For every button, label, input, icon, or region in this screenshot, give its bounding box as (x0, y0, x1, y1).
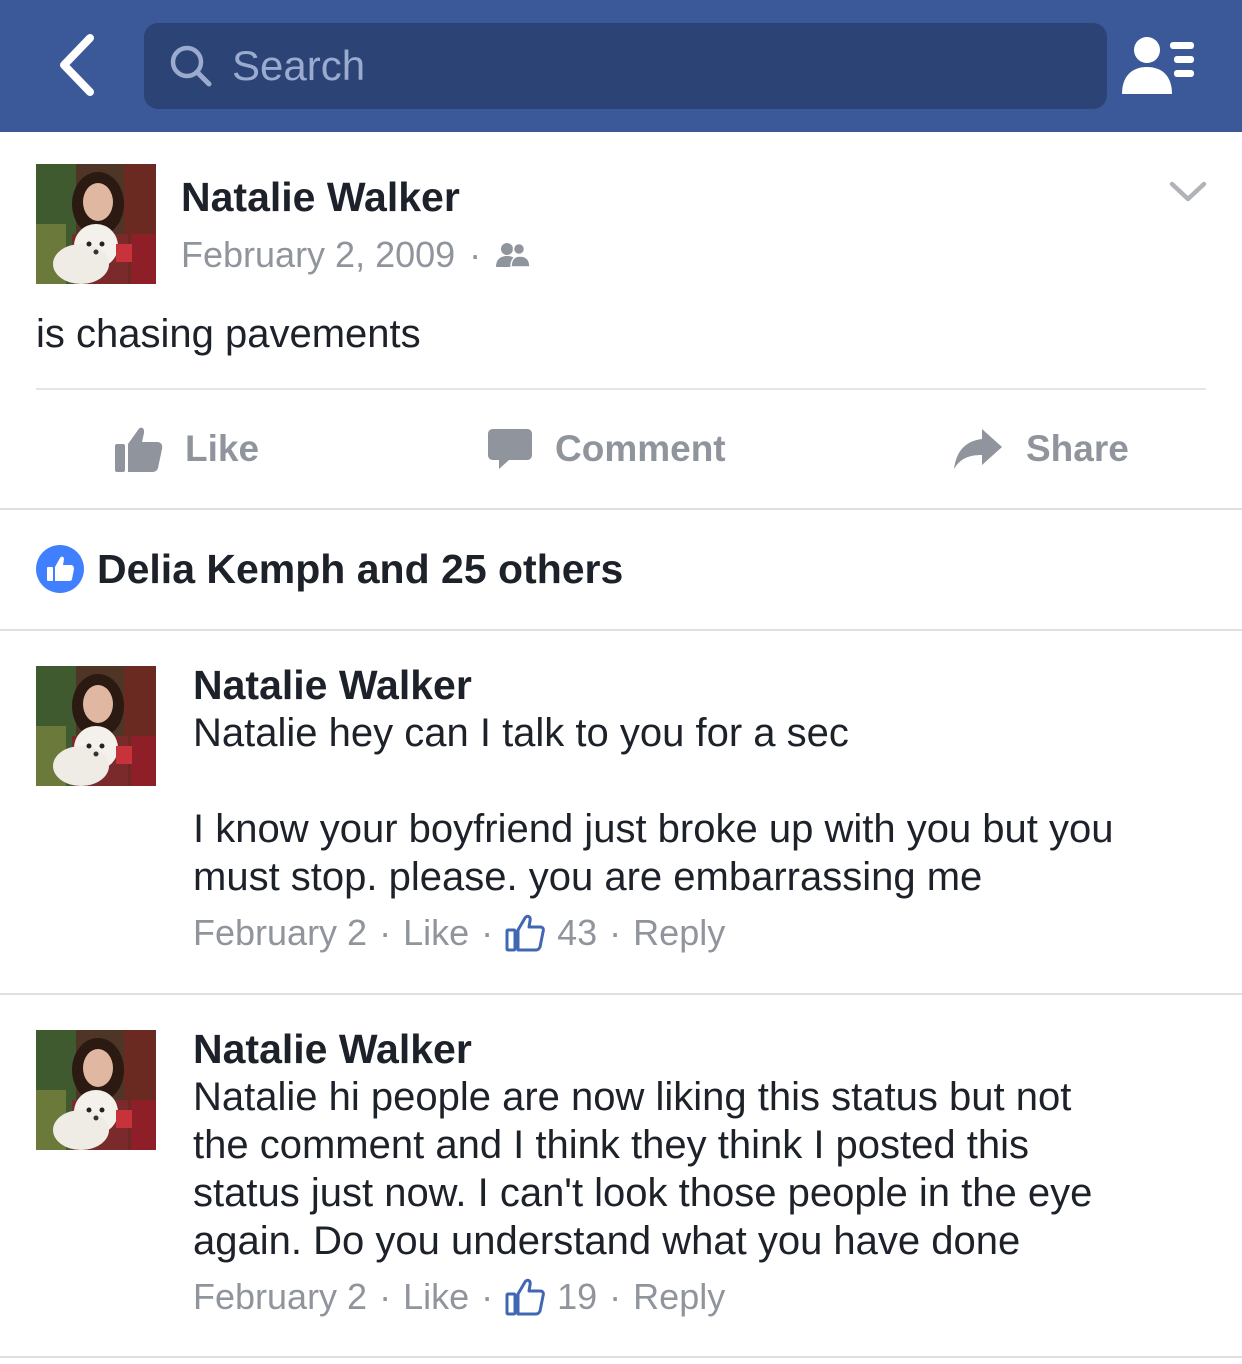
comment-line: again. Do you understand what you have d… (193, 1219, 1021, 1263)
comment-timestamp: February 2 (193, 1276, 368, 1317)
friend-requests-icon (1122, 37, 1194, 94)
avatar[interactable] (36, 666, 156, 786)
thumbs-up-outline-icon (505, 1278, 545, 1316)
post-timestamp[interactable]: February 2, 2009 (181, 234, 455, 276)
meta-separator: · (481, 912, 494, 953)
like-badge-icon (36, 545, 84, 593)
comment-text: Natalie hi people are now liking this st… (193, 1073, 1223, 1265)
post-options-button[interactable] (1166, 178, 1210, 206)
meta-separator: · (481, 1276, 494, 1317)
meta-separator: · (379, 912, 392, 953)
comment: Natalie Walker Natalie hey can I talk to… (0, 630, 1242, 993)
comment-text: Natalie hey can I talk to you for a sec … (193, 709, 1223, 901)
friends-audience-icon (496, 242, 531, 268)
comment-like-count[interactable]: 19 (557, 1276, 597, 1318)
like-label: Like (185, 428, 260, 469)
like-button[interactable]: Like (113, 418, 259, 480)
divider (0, 508, 1242, 510)
comment-line-gap (193, 757, 1223, 805)
search-input[interactable] (232, 23, 1072, 109)
comment-reply-link[interactable]: Reply (633, 912, 725, 954)
divider (0, 1356, 1242, 1358)
comment-reply-link[interactable]: Reply (633, 1276, 725, 1318)
likes-summary[interactable]: Delia Kemph and 25 others (36, 543, 623, 595)
search-icon (170, 45, 212, 87)
meta-separator: · (609, 912, 622, 953)
comment-line: the comment and I think they think I pos… (193, 1123, 1030, 1167)
chevron-left-icon (60, 34, 94, 96)
post-actions-bar: Like Comment Share (0, 390, 1242, 508)
meta-separator: · (379, 1276, 392, 1317)
comment-line: Natalie hi people are now liking this st… (193, 1075, 1072, 1119)
comment-line: Natalie hey can I talk to you for a sec (193, 711, 849, 755)
comment-author-name[interactable]: Natalie Walker (193, 1026, 472, 1073)
post-text: is chasing pavements (36, 312, 421, 356)
chevron-down-icon (1169, 181, 1207, 202)
comment-line: must stop. please. you are embarrassing … (193, 855, 983, 899)
likes-summary-text: Delia Kemph and 25 others (97, 545, 624, 592)
share-label: Share (1026, 428, 1129, 469)
meta-separator: · (609, 1276, 622, 1317)
comment-author-name[interactable]: Natalie Walker (193, 662, 472, 709)
top-nav-bar (0, 0, 1242, 132)
comment-timestamp: February 2 (193, 912, 368, 953)
share-button[interactable]: Share (952, 418, 1129, 480)
thumbs-up-icon (115, 427, 163, 472)
comment-like-link[interactable]: Like (403, 912, 469, 954)
comment-like-link[interactable]: Like (403, 1276, 469, 1318)
back-button[interactable] (48, 30, 108, 100)
share-arrow-icon (954, 429, 1002, 469)
comment-meta: February 2 · Like · 43 · Reply (193, 912, 725, 954)
thumbs-up-outline-icon (505, 914, 545, 952)
comment-bubble-icon (488, 429, 532, 469)
avatar[interactable] (36, 1030, 156, 1150)
comment-line: I know your boyfriend just broke up with… (193, 807, 1114, 851)
meta-separator: · (469, 234, 482, 275)
avatar[interactable] (36, 164, 156, 284)
comment-line: status just now. I can't look those peop… (193, 1171, 1093, 1215)
comment-button[interactable]: Comment (487, 418, 726, 480)
search-box[interactable] (144, 23, 1107, 109)
friend-requests-button[interactable] (1120, 34, 1196, 98)
comment: Natalie Walker Natalie hi people are now… (0, 994, 1242, 1356)
post-author-name[interactable]: Natalie Walker (181, 174, 460, 221)
comment-label: Comment (555, 428, 726, 469)
comment-like-count[interactable]: 43 (557, 912, 597, 954)
comment-meta: February 2 · Like · 19 · Reply (193, 1276, 725, 1318)
post-meta: February 2, 2009 · (181, 234, 531, 276)
